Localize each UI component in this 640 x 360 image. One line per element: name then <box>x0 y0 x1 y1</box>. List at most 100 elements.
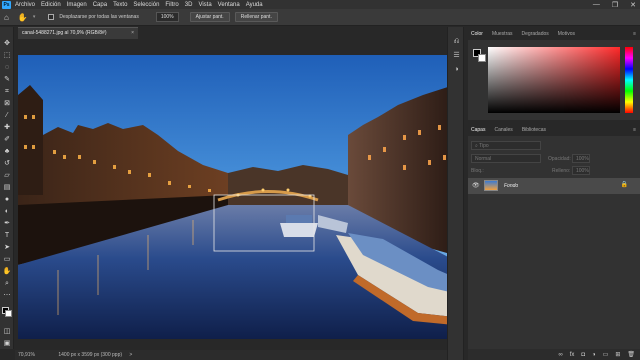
menu-imagen[interactable]: Imagen <box>67 2 87 8</box>
menu-edicion[interactable]: Edición <box>41 2 61 8</box>
tab-degradados[interactable]: Degradados <box>522 31 549 37</box>
lasso-tool-icon[interactable]: ◌ <box>2 63 12 73</box>
tab-color[interactable]: Color <box>471 31 483 37</box>
clone-stamp-tool-icon[interactable]: ♣ <box>2 147 12 157</box>
document-tabs: canal-5488271.jpg al 70,9% (RGB/8#) × <box>18 27 463 39</box>
layers-panel-footer: ∞ fx ◘ ◑ ▭ ⊞ 🗑 <box>468 349 640 360</box>
close-window-button[interactable]: ✕ <box>630 1 636 9</box>
blur-tool-icon[interactable]: ● <box>2 195 12 205</box>
marquee-tool-icon[interactable]: ⬚ <box>2 51 12 61</box>
history-panel-icon[interactable]: ⎌ <box>451 37 462 47</box>
search-icon: ⌕ <box>475 143 478 149</box>
menu-3d[interactable]: 3D <box>185 2 193 8</box>
delete-layer-icon[interactable]: 🗑 <box>627 351 635 358</box>
layers-panel: Capas Canales Bibliotecas ≡ ⌕ Tipo Norma… <box>468 123 640 360</box>
pen-tool-icon[interactable]: ✒ <box>2 219 12 229</box>
opacity-field[interactable]: 100% <box>572 154 590 163</box>
tools-panel: ✥ ⬚ ◌ ✎ ⌗ ⊠ ⁄ ✚ ✐ ♣ ↺ ▱ ▤ ● ◐ ✒ T ➤ ▭ ✋ … <box>0 27 14 349</box>
photoshop-window: Ps Archivo Edición Imagen Capa Texto Sel… <box>0 0 640 360</box>
dodge-tool-icon[interactable]: ◐ <box>2 207 12 217</box>
document-tab[interactable]: canal-5488271.jpg al 70,9% (RGB/8#) × <box>18 27 138 39</box>
brush-tool-icon[interactable]: ✐ <box>2 135 12 145</box>
tab-capas[interactable]: Capas <box>471 127 485 133</box>
menu-filtro[interactable]: Filtro <box>165 2 178 8</box>
add-mask-icon[interactable]: ◘ <box>581 352 585 358</box>
menu-capa[interactable]: Capa <box>93 2 107 8</box>
layer-thumbnail <box>484 180 498 191</box>
type-tool-icon[interactable]: T <box>2 231 12 241</box>
color-panel: Color Muestras Degradados Motivos ≡ <box>468 27 640 120</box>
lock-label: Bloq.: <box>471 168 484 174</box>
crop-tool-icon[interactable]: ⌗ <box>2 87 12 97</box>
fill-label: Relleno: <box>552 168 571 174</box>
fill-field[interactable]: 100% <box>572 166 590 175</box>
blend-mode-select[interactable]: Normal <box>471 154 541 163</box>
home-icon[interactable]: ⌂ <box>4 13 9 22</box>
frame-tool-icon[interactable]: ⊠ <box>2 99 12 109</box>
layer-filter-field[interactable]: ⌕ Tipo <box>471 141 541 150</box>
rectangle-tool-icon[interactable]: ▭ <box>2 255 12 265</box>
scroll-all-checkbox[interactable] <box>48 14 55 20</box>
panel-menu-icon[interactable]: ≡ <box>633 127 636 133</box>
canal-photo[interactable] <box>18 55 454 339</box>
adjustments-panel-icon[interactable]: ◑ <box>451 65 462 75</box>
new-layer-icon[interactable]: ⊞ <box>615 351 620 358</box>
healing-brush-tool-icon[interactable]: ✚ <box>2 123 12 133</box>
status-bar: 70,91% 1400 px x 3599 px (300 ppp) > <box>15 350 463 360</box>
properties-panel-icon[interactable]: ☰ <box>451 51 462 61</box>
close-tab-icon[interactable]: × <box>131 28 134 39</box>
background-swatch-small[interactable] <box>478 54 486 62</box>
minimize-button[interactable]: — <box>593 1 600 9</box>
menu-bar: Ps Archivo Edición Imagen Capa Texto Sel… <box>0 0 640 9</box>
gradient-tool-icon[interactable]: ▤ <box>2 183 12 193</box>
screen-mode-icon[interactable]: ▣ <box>2 339 12 349</box>
menu-vista[interactable]: Vista <box>198 2 211 8</box>
status-zoom[interactable]: 70,91% <box>18 352 35 358</box>
layer-filter-label: Tipo <box>479 143 489 149</box>
path-select-tool-icon[interactable]: ➤ <box>2 243 12 253</box>
status-dimensions: 1400 px x 3599 px (300 ppp) <box>58 352 123 358</box>
tab-muestras[interactable]: Muestras <box>492 31 513 37</box>
status-arrow[interactable]: > <box>129 352 132 358</box>
opacity-label: Opacidad: <box>548 156 571 162</box>
menu-ayuda[interactable]: Ayuda <box>246 2 263 8</box>
visibility-eye-icon[interactable]: 👁 <box>472 182 480 189</box>
menu-texto[interactable]: Texto <box>113 2 127 8</box>
eraser-tool-icon[interactable]: ▱ <box>2 171 12 181</box>
document-title: canal-5488271.jpg al 70,9% (RGB/8#) <box>22 30 107 36</box>
adjustment-layer-icon[interactable]: ◑ <box>592 352 596 358</box>
menu-seleccion[interactable]: Selección <box>133 2 159 8</box>
restore-button[interactable]: ❐ <box>612 1 618 9</box>
hand-tool-icon[interactable]: ✋ <box>2 267 12 277</box>
app-logo[interactable]: Ps <box>2 0 11 9</box>
window-controls: — ❐ ✕ <box>593 1 636 9</box>
tab-motivos[interactable]: Motivos <box>558 31 575 37</box>
hand-icon[interactable]: ✋ <box>18 13 28 22</box>
new-group-icon[interactable]: ▭ <box>603 351 609 358</box>
link-layers-icon[interactable]: ∞ <box>558 352 562 358</box>
history-brush-tool-icon[interactable]: ↺ <box>2 159 12 169</box>
fill-screen-button[interactable]: Rellenar pant. <box>234 12 278 22</box>
layer-row-fondo[interactable]: 👁 Fondo 🔒 <box>468 178 640 194</box>
chevron-down-icon[interactable]: ▾ <box>33 14 36 20</box>
more-tools-icon[interactable]: ⋯ <box>2 291 12 301</box>
color-picker-field[interactable] <box>488 47 620 113</box>
tab-canales[interactable]: Canales <box>494 127 512 133</box>
menu-archivo[interactable]: Archivo <box>15 2 35 8</box>
move-tool-icon[interactable]: ✥ <box>2 39 12 49</box>
eyedropper-tool-icon[interactable]: ⁄ <box>2 111 12 121</box>
zoom-tool-icon[interactable]: ⌕ <box>2 279 12 289</box>
fit-screen-button[interactable]: Ajustar pant. <box>189 12 230 22</box>
hue-slider[interactable] <box>625 47 633 113</box>
fx-icon[interactable]: fx <box>570 352 575 358</box>
panel-menu-icon[interactable]: ≡ <box>633 31 636 37</box>
menu-ventana[interactable]: Ventana <box>218 2 240 8</box>
quick-select-tool-icon[interactable]: ✎ <box>2 75 12 85</box>
lock-icon[interactable]: 🔒 <box>621 181 628 188</box>
tab-bibliotecas[interactable]: Bibliotecas <box>522 127 546 133</box>
background-color-swatch[interactable] <box>5 310 12 317</box>
zoom-field[interactable]: 100% <box>155 12 179 22</box>
quick-mask-icon[interactable]: ◫ <box>2 327 12 337</box>
canvas-area[interactable] <box>15 39 463 349</box>
layer-name[interactable]: Fondo <box>504 183 518 189</box>
